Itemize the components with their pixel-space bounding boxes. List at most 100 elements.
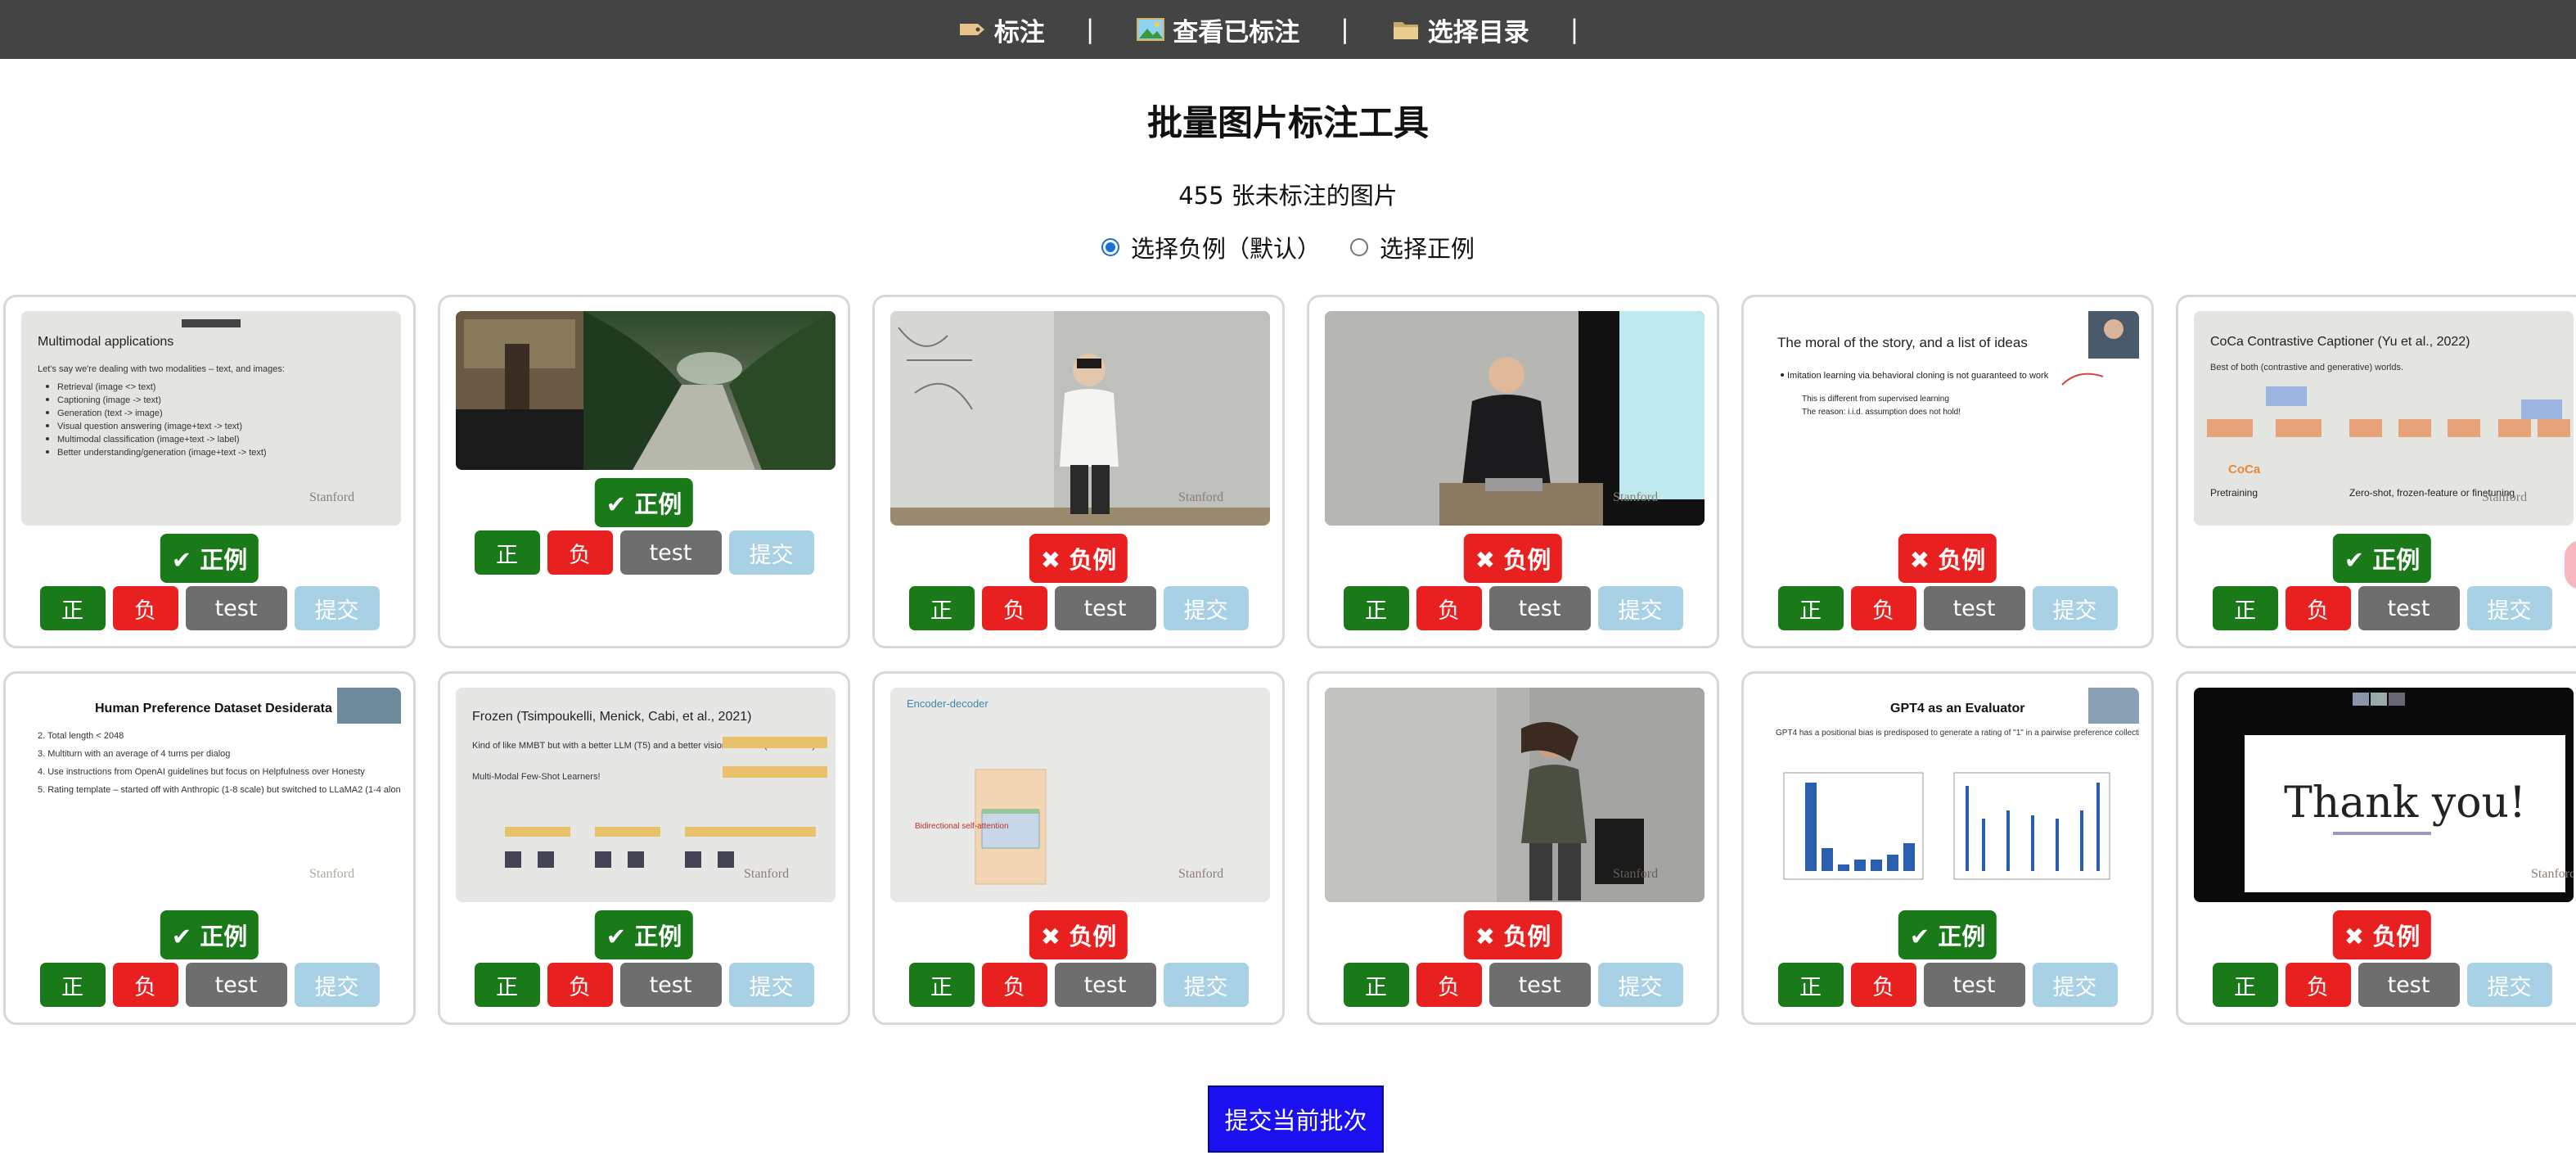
submit-button[interactable]: 提交 [2032, 586, 2118, 630]
svg-text:4. Use instructions from OpenA: 4. Use instructions from OpenAI guidelin… [38, 767, 365, 777]
image-thumbnail[interactable] [456, 311, 835, 470]
image-card: GPT4 as an Evaluator GPT4 has a position… [1741, 671, 2154, 1025]
test-button[interactable]: test [1923, 586, 2025, 630]
radio-button[interactable] [1101, 238, 1119, 256]
negative-button[interactable]: 负 [1416, 963, 1482, 1007]
svg-text:Encoder-decoder: Encoder-decoder [907, 697, 989, 710]
submit-button[interactable]: 提交 [1163, 963, 1249, 1007]
radio-positive[interactable]: 选择正例 [1350, 230, 1475, 264]
image-card: The moral of the story, and a list of id… [1741, 295, 2154, 648]
negative-button[interactable]: 负 [112, 586, 178, 630]
test-button[interactable]: test [2358, 963, 2460, 1007]
image-thumbnail[interactable]: The moral of the story, and a list of id… [1759, 311, 2139, 526]
test-button[interactable]: test [185, 586, 287, 630]
image-thumbnail[interactable]: Multimodal applications Let's say we're … [21, 311, 401, 526]
submit-button[interactable]: 提交 [1597, 963, 1683, 1007]
test-button[interactable]: test [1488, 963, 1591, 1007]
svg-text:Stanford: Stanford [1178, 867, 1223, 881]
image-thumbnail[interactable]: Encoder-decoder Bidirectional self-atten… [890, 688, 1270, 902]
positive-button[interactable]: 正 [1343, 586, 1409, 630]
submit-button[interactable]: 提交 [1597, 586, 1683, 630]
negative-button[interactable]: 负 [2285, 586, 2351, 630]
image-card: Frozen (Tsimpoukelli, Menick, Cabi, et a… [438, 671, 850, 1025]
negative-button[interactable]: 负 [112, 963, 178, 1007]
positive-button[interactable]: 正 [39, 586, 106, 630]
submit-batch-button[interactable]: 提交当前批次 [1208, 1086, 1384, 1153]
test-button[interactable]: test [1923, 963, 2025, 1007]
negative-button[interactable]: 负 [981, 963, 1047, 1007]
action-buttons: 正 负 test 提交 [2178, 586, 2576, 630]
submit-button[interactable]: 提交 [2032, 963, 2118, 1007]
svg-text:GPT4 as an Evaluator: GPT4 as an Evaluator [1890, 702, 2025, 715]
action-buttons: 正 负 test 提交 [440, 963, 848, 1007]
nav-select-directory[interactable]: 选择目录 [1390, 11, 1529, 48]
image-card: Human Preference Dataset Desiderata 2. T… [3, 671, 416, 1025]
negative-button[interactable]: 负 [547, 963, 613, 1007]
svg-text:2. Total length < 2048: 2. Total length < 2048 [38, 731, 124, 741]
svg-text:This is different from supervi: This is different from supervised learni… [1802, 395, 1949, 404]
nav-annotate[interactable]: 标注 [957, 11, 1045, 48]
svg-text:Thank you!: Thank you! [2284, 779, 2526, 828]
submit-button[interactable]: 提交 [2466, 586, 2552, 630]
image-thumbnail[interactable]: Thank you! Stanford [2194, 688, 2574, 902]
submit-button[interactable]: 提交 [294, 963, 380, 1007]
test-button[interactable]: test [619, 963, 722, 1007]
action-buttons: 正 负 test 提交 [1744, 586, 2151, 630]
svg-text:Best of both (contrastive and: Best of both (contrastive and generative… [2210, 363, 2403, 372]
positive-button[interactable]: 正 [39, 963, 106, 1007]
test-button[interactable]: test [2358, 586, 2460, 630]
positive-button[interactable]: 正 [908, 963, 975, 1007]
negative-button[interactable]: 负 [1416, 586, 1482, 630]
positive-button[interactable]: 正 [2212, 586, 2278, 630]
svg-text:GPT4 has a positional bias is: GPT4 has a positional bias is predispose… [1776, 729, 2139, 738]
positive-button[interactable]: 正 [474, 530, 540, 575]
radio-negative-default[interactable]: 选择负例（默认） [1101, 230, 1321, 264]
nav-view-annotated[interactable]: 查看已标注 [1135, 11, 1299, 48]
image-card: ✔ 正例 正 负 test 提交 [438, 295, 850, 648]
test-button[interactable]: test [619, 530, 722, 575]
submit-button[interactable]: 提交 [2466, 963, 2552, 1007]
test-button[interactable]: test [1488, 586, 1591, 630]
positive-button[interactable]: 正 [1777, 586, 1844, 630]
status-badge: ✔ 正例 [1898, 910, 1997, 959]
image-thumbnail[interactable]: Stanford [890, 311, 1270, 526]
negative-button[interactable]: 负 [1850, 586, 1916, 630]
positive-button[interactable]: 正 [908, 586, 975, 630]
positive-button[interactable]: 正 [2212, 963, 2278, 1007]
negative-button[interactable]: 负 [981, 586, 1047, 630]
action-buttons: 正 负 test 提交 [2178, 963, 2576, 1007]
image-thumbnail[interactable]: Stanford [1325, 688, 1705, 902]
image-thumbnail[interactable]: GPT4 as an Evaluator GPT4 has a position… [1759, 688, 2139, 902]
submit-button[interactable]: 提交 [728, 530, 814, 575]
negative-button[interactable]: 负 [2285, 963, 2351, 1007]
test-button[interactable]: test [185, 963, 287, 1007]
svg-text:Captioning (image -> text): Captioning (image -> text) [57, 395, 161, 405]
test-button[interactable]: test [1054, 963, 1156, 1007]
image-thumbnail[interactable]: CoCa Contrastive Captioner (Yu et al., 2… [2194, 311, 2574, 526]
submit-button[interactable]: 提交 [294, 586, 380, 630]
svg-text:The moral of the story, and a: The moral of the story, and a list of id… [1777, 335, 2028, 350]
page-title: 批量图片标注工具 [1147, 103, 1429, 144]
positive-button[interactable]: 正 [1777, 963, 1844, 1007]
svg-text:Retrieval (image <> text): Retrieval (image <> text) [57, 382, 155, 392]
image-thumbnail[interactable]: Stanford [1325, 311, 1705, 526]
svg-text:Stanford: Stanford [744, 867, 789, 881]
radio-button[interactable] [1350, 238, 1368, 256]
svg-text:Stanford: Stanford [2531, 867, 2574, 881]
submit-button[interactable]: 提交 [728, 963, 814, 1007]
positive-button[interactable]: 正 [474, 963, 540, 1007]
action-buttons: 正 负 test 提交 [875, 963, 1282, 1007]
negative-button[interactable]: 负 [547, 530, 613, 575]
test-button[interactable]: test [1054, 586, 1156, 630]
positive-button[interactable]: 正 [1343, 963, 1409, 1007]
image-thumbnail[interactable]: Frozen (Tsimpoukelli, Menick, Cabi, et a… [456, 688, 835, 902]
action-buttons: 正 负 test 提交 [440, 530, 848, 575]
svg-text:Stanford: Stanford [309, 867, 354, 881]
negative-button[interactable]: 负 [1850, 963, 1916, 1007]
status-badge: ✔ 正例 [2332, 534, 2432, 583]
svg-text:CoCa: CoCa [2228, 463, 2261, 476]
image-card: Stanford ✖ 负例 正 负 test 提交 [1307, 295, 1719, 648]
status-badge: ✖ 负例 [1898, 534, 1997, 583]
submit-button[interactable]: 提交 [1163, 586, 1249, 630]
image-thumbnail[interactable]: Human Preference Dataset Desiderata 2. T… [21, 688, 401, 902]
